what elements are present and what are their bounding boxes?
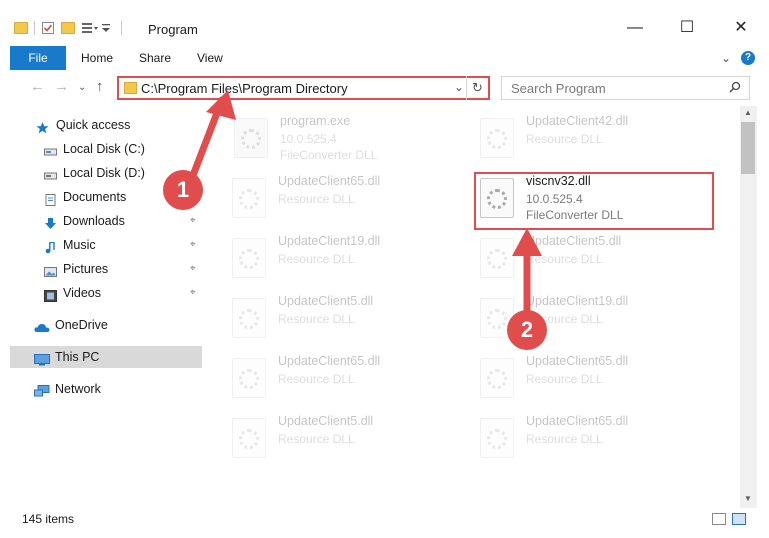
title-bar: Program — ☐ ✕ [0, 0, 769, 44]
dll-file-icon [232, 298, 266, 338]
details-view-icon[interactable] [712, 513, 726, 525]
folder-icon[interactable] [14, 22, 28, 34]
drive-icon [44, 143, 57, 156]
file-item[interactable]: UpdateClient65.dll Resource DLL [232, 172, 462, 228]
sidebar-item-downloads[interactable]: Downloads ⌖ [0, 210, 206, 232]
dll-file-icon [480, 238, 514, 278]
sidebar-item-videos[interactable]: Videos ⌖ [0, 282, 206, 304]
view-switcher [712, 513, 746, 525]
up-button[interactable]: ↑ [96, 78, 104, 95]
tiles-view-icon[interactable] [732, 513, 746, 525]
file-item[interactable]: UpdateClient42.dll Resource DLL [480, 112, 710, 168]
music-icon [44, 239, 57, 254]
properties-icon[interactable] [41, 21, 55, 35]
file-item[interactable]: UpdateClient5.dll Resource DLL [232, 412, 462, 468]
status-bar: 145 items [0, 508, 769, 530]
navigation-bar: ← → ⌄ ↑ C:\Program Files\Program Directo… [0, 74, 769, 102]
window-title: Program [148, 22, 198, 37]
file-item[interactable]: UpdateClient5.dll Resource DLL [232, 292, 462, 348]
vertical-scrollbar[interactable]: ▲ ▼ [740, 106, 757, 508]
cloud-icon [34, 319, 50, 332]
step-marker-2: 2 [507, 310, 547, 350]
search-placeholder: Search Program [511, 81, 606, 96]
documents-icon [44, 191, 57, 206]
item-count: 145 items [22, 512, 75, 526]
file-item-program-exe[interactable]: program.exe 10.0.525.4 FileConverter DLL [234, 112, 464, 168]
forward-button[interactable]: → [54, 78, 69, 95]
tab-view[interactable]: View [197, 46, 223, 70]
tab-file[interactable]: File [10, 46, 66, 70]
expand-ribbon-icon[interactable]: ⌄ [721, 51, 731, 65]
pictures-icon [44, 263, 57, 277]
ribbon-tabs: File Home Share View ⌄ ? [0, 46, 769, 70]
pin-icon[interactable]: ⌖ [190, 258, 196, 280]
dll-file-icon [480, 118, 514, 158]
minimize-button[interactable]: — [612, 12, 658, 44]
network-icon [34, 383, 50, 397]
refresh-button[interactable]: ↻ [466, 76, 488, 100]
scroll-thumb[interactable] [741, 122, 755, 174]
file-highlight-box [474, 172, 714, 230]
pin-icon[interactable]: ⌖ [190, 234, 196, 256]
dll-file-icon [232, 238, 266, 278]
new-folder-icon[interactable] [61, 22, 75, 34]
chevron-down-icon[interactable] [101, 21, 115, 35]
sidebar-item-quick-access[interactable]: Quick access [0, 114, 206, 136]
sidebar-item-onedrive[interactable]: OneDrive [0, 314, 206, 336]
step-marker-1: 1 [163, 170, 203, 210]
videos-icon [44, 287, 57, 302]
file-item[interactable]: UpdateClient65.dll Resource DLL [480, 412, 710, 468]
drive-icon [44, 167, 57, 180]
dll-file-icon [480, 418, 514, 458]
search-icon[interactable] [729, 81, 741, 96]
address-bar[interactable]: C:\Program Files\Program Directory ⌄ ↻ [117, 76, 490, 100]
dll-file-icon [232, 418, 266, 458]
download-icon [44, 215, 57, 229]
customize-toolbar-icon[interactable] [81, 21, 98, 35]
help-icon[interactable]: ? [741, 51, 755, 65]
ribbon-controls: ⌄ ? [721, 51, 755, 65]
computer-icon [34, 351, 50, 366]
close-button[interactable]: ✕ [718, 12, 764, 44]
sidebar-item-local-disk-c[interactable]: Local Disk (C:) [0, 138, 206, 160]
back-button[interactable]: ← [30, 78, 45, 95]
tab-share[interactable]: Share [139, 46, 171, 70]
search-input[interactable]: Search Program [501, 76, 750, 100]
navigation-pane: Quick access Local Disk (C:) Local Disk … [0, 108, 206, 508]
star-icon [36, 119, 49, 134]
dll-file-icon [480, 358, 514, 398]
sidebar-item-this-pc[interactable]: This PC [10, 346, 202, 368]
dll-file-icon [232, 358, 266, 398]
sidebar-item-network[interactable]: Network [0, 378, 206, 400]
folder-icon [124, 82, 137, 94]
quick-access-toolbar [14, 21, 122, 35]
recent-locations-button[interactable]: ⌄ [78, 82, 86, 93]
toolbar-divider [121, 21, 122, 35]
scroll-down-icon[interactable]: ▼ [744, 494, 752, 503]
pin-icon[interactable]: ⌖ [190, 210, 196, 232]
address-path[interactable]: C:\Program Files\Program Directory [141, 81, 348, 96]
file-item[interactable]: UpdateClient5.dll Resource DLL [480, 232, 710, 288]
sidebar-item-music[interactable]: Music ⌖ [0, 234, 206, 256]
scroll-up-icon[interactable]: ▲ [744, 108, 752, 117]
sidebar-item-pictures[interactable]: Pictures ⌖ [0, 258, 206, 280]
file-item[interactable]: UpdateClient65.dll Resource DLL [480, 352, 710, 408]
dll-file-icon [232, 178, 266, 218]
pin-icon[interactable]: ⌖ [190, 282, 196, 304]
maximize-button[interactable]: ☐ [664, 12, 710, 44]
chevron-down-icon[interactable]: ⌄ [454, 80, 464, 94]
application-icon [234, 118, 268, 158]
tab-home[interactable]: Home [81, 46, 113, 70]
toolbar-divider [34, 21, 35, 35]
file-item[interactable]: UpdateClient65.dll Resource DLL [232, 352, 462, 408]
file-item[interactable]: UpdateClient19.dll Resource DLL [232, 232, 462, 288]
file-list: program.exe 10.0.525.4 FileConverter DLL… [210, 108, 740, 508]
